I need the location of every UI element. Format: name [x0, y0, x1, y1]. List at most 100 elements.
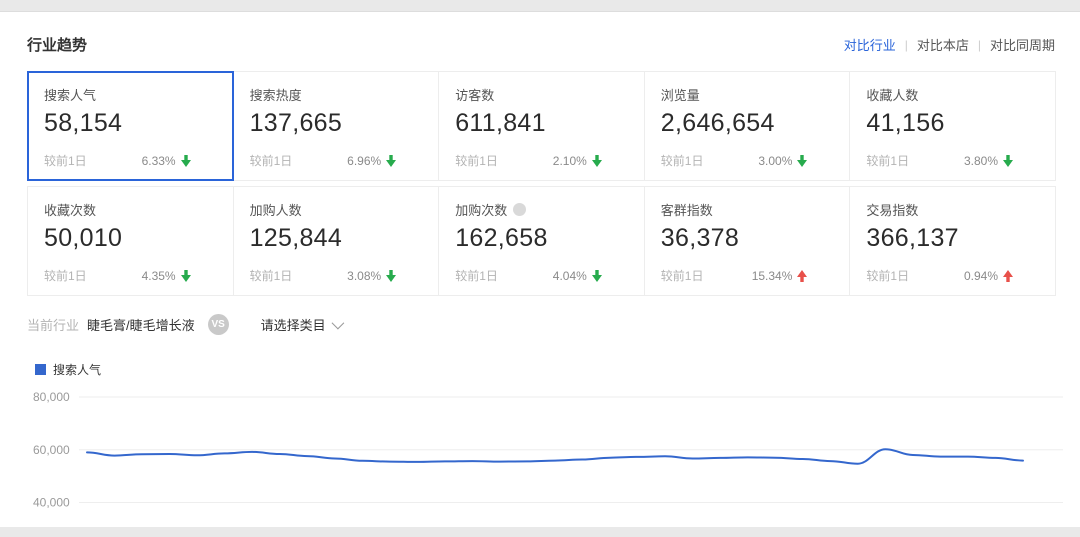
compare-label: 较前1日 — [661, 267, 704, 284]
metric-label: 加购次数 — [455, 200, 507, 219]
page-top-strip — [0, 0, 1080, 12]
trend-arrow-icon — [592, 270, 602, 282]
trend: 0.94% — [964, 269, 1013, 283]
compare-link-industry[interactable]: 对比行业 — [844, 35, 896, 54]
metric-value: 36,378 — [661, 224, 834, 253]
compare-label: 较前1日 — [44, 152, 87, 169]
trend-arrow-icon — [181, 155, 191, 167]
trend-percent: 15.34% — [752, 269, 793, 283]
metric-footer: 较前1日 4.04% — [455, 267, 628, 284]
trend-percent: 6.33% — [142, 154, 176, 168]
current-industry-value: 睫毛膏/睫毛增长液 — [87, 315, 195, 334]
category-select-label: 请选择类目 — [261, 315, 326, 334]
compare-link-period[interactable]: 对比同周期 — [990, 35, 1055, 54]
trend: 15.34% — [752, 269, 808, 283]
chevron-down-icon — [331, 317, 344, 330]
svg-text:60,000: 60,000 — [33, 443, 70, 457]
metric-label: 交易指数 — [866, 200, 918, 219]
trend-percent: 6.96% — [347, 154, 381, 168]
trend-arrow-icon — [1003, 155, 1013, 167]
page-title: 行业趋势 — [27, 34, 87, 55]
metric-card[interactable]: 客群指数 36,378 较前1日 15.34% — [644, 186, 851, 296]
metric-label: 浏览量 — [661, 85, 700, 104]
trend-arrow-icon — [592, 155, 602, 167]
chart-legend-item[interactable]: 搜索人气 — [35, 361, 1055, 378]
legend-swatch-icon — [35, 364, 46, 375]
trend-arrow-icon — [181, 270, 191, 282]
trend-chart-svg: 80,00060,00040,000 — [27, 382, 1067, 532]
metric-card[interactable]: 搜索人气 58,154 较前1日 6.33% — [27, 71, 234, 181]
metric-footer: 较前1日 15.34% — [661, 267, 834, 284]
metric-label: 加购人数 — [250, 200, 302, 219]
metric-label-row: 交易指数 — [866, 200, 1039, 219]
trend-arrow-icon — [386, 270, 396, 282]
trend-arrow-icon — [797, 155, 807, 167]
trend-chart-area[interactable]: 80,00060,00040,000 — [27, 382, 1055, 537]
trend: 3.08% — [347, 269, 396, 283]
compare-label: 较前1日 — [455, 152, 498, 169]
metric-value: 137,665 — [250, 109, 423, 138]
metric-value: 58,154 — [44, 109, 217, 138]
metric-label: 收藏次数 — [44, 200, 96, 219]
metric-label-row: 收藏人数 — [866, 85, 1039, 104]
trend: 6.33% — [142, 154, 191, 168]
compare-label: 较前1日 — [661, 152, 704, 169]
trend-percent: 3.08% — [347, 269, 381, 283]
current-industry-label: 当前行业 — [27, 315, 79, 334]
metric-value: 366,137 — [866, 224, 1039, 253]
metric-label: 搜索热度 — [250, 85, 302, 104]
metric-label-row: 搜索热度 — [250, 85, 423, 104]
metric-value: 2,646,654 — [661, 109, 834, 138]
trend-arrow-icon — [1003, 270, 1013, 282]
trend: 3.00% — [758, 154, 807, 168]
trend: 4.35% — [142, 269, 191, 283]
trend: 4.04% — [553, 269, 602, 283]
trend-percent: 4.35% — [142, 269, 176, 283]
page-bottom-strip — [0, 527, 1080, 537]
trend-arrow-icon — [797, 270, 807, 282]
metric-card[interactable]: 收藏次数 50,010 较前1日 4.35% — [27, 186, 234, 296]
metric-label-row: 加购次数 — [455, 200, 628, 219]
metric-card[interactable]: 加购次数 162,658 较前1日 4.04% — [438, 186, 645, 296]
metric-card[interactable]: 搜索热度 137,665 较前1日 6.96% — [233, 71, 440, 181]
compare-label: 较前1日 — [250, 267, 293, 284]
trend-percent: 0.94% — [964, 269, 998, 283]
industry-filter-row: 当前行业 睫毛膏/睫毛增长液 VS 请选择类目 — [27, 314, 1055, 335]
metric-footer: 较前1日 2.10% — [455, 152, 628, 169]
metric-footer: 较前1日 3.00% — [661, 152, 834, 169]
metric-label-row: 客群指数 — [661, 200, 834, 219]
metric-value: 611,841 — [455, 109, 628, 138]
compare-label: 较前1日 — [866, 267, 909, 284]
compare-link-shop[interactable]: 对比本店 — [917, 35, 969, 54]
metric-label: 客群指数 — [661, 200, 713, 219]
metric-value: 41,156 — [866, 109, 1039, 138]
category-select-dropdown[interactable]: 请选择类目 — [261, 315, 341, 334]
info-icon[interactable] — [513, 203, 526, 216]
metric-label-row: 加购人数 — [250, 200, 423, 219]
metric-footer: 较前1日 6.96% — [250, 152, 423, 169]
metric-cards: 搜索人气 58,154 较前1日 6.33% 搜索热度 137,665 — [27, 71, 1055, 296]
trend-arrow-icon — [386, 155, 396, 167]
trend: 2.10% — [553, 154, 602, 168]
metric-value: 162,658 — [455, 224, 628, 253]
metric-footer: 较前1日 4.35% — [44, 267, 217, 284]
metric-card[interactable]: 浏览量 2,646,654 较前1日 3.00% — [644, 71, 851, 181]
legend-label: 搜索人气 — [53, 361, 101, 378]
svg-text:40,000: 40,000 — [33, 496, 70, 510]
metric-card[interactable]: 访客数 611,841 较前1日 2.10% — [438, 71, 645, 181]
metric-label: 搜索人气 — [44, 85, 96, 104]
industry-trend-panel: 行业趋势 对比行业 | 对比本店 | 对比同周期 搜索人气 58,154 较前1… — [0, 34, 1080, 537]
trend-chart-block: 搜索人气 80,00060,00040,000 — [27, 361, 1055, 537]
metric-card[interactable]: 交易指数 366,137 较前1日 0.94% — [849, 186, 1056, 296]
separator: | — [905, 38, 908, 52]
trend-percent: 3.80% — [964, 154, 998, 168]
compare-mode-switcher: 对比行业 | 对比本店 | 对比同周期 — [844, 35, 1055, 54]
metric-label: 访客数 — [455, 85, 494, 104]
compare-label: 较前1日 — [866, 152, 909, 169]
compare-label: 较前1日 — [455, 267, 498, 284]
metric-value: 50,010 — [44, 224, 217, 253]
trend: 6.96% — [347, 154, 396, 168]
metric-card[interactable]: 加购人数 125,844 较前1日 3.08% — [233, 186, 440, 296]
metric-card[interactable]: 收藏人数 41,156 较前1日 3.80% — [849, 71, 1056, 181]
metric-label-row: 搜索人气 — [44, 85, 217, 104]
